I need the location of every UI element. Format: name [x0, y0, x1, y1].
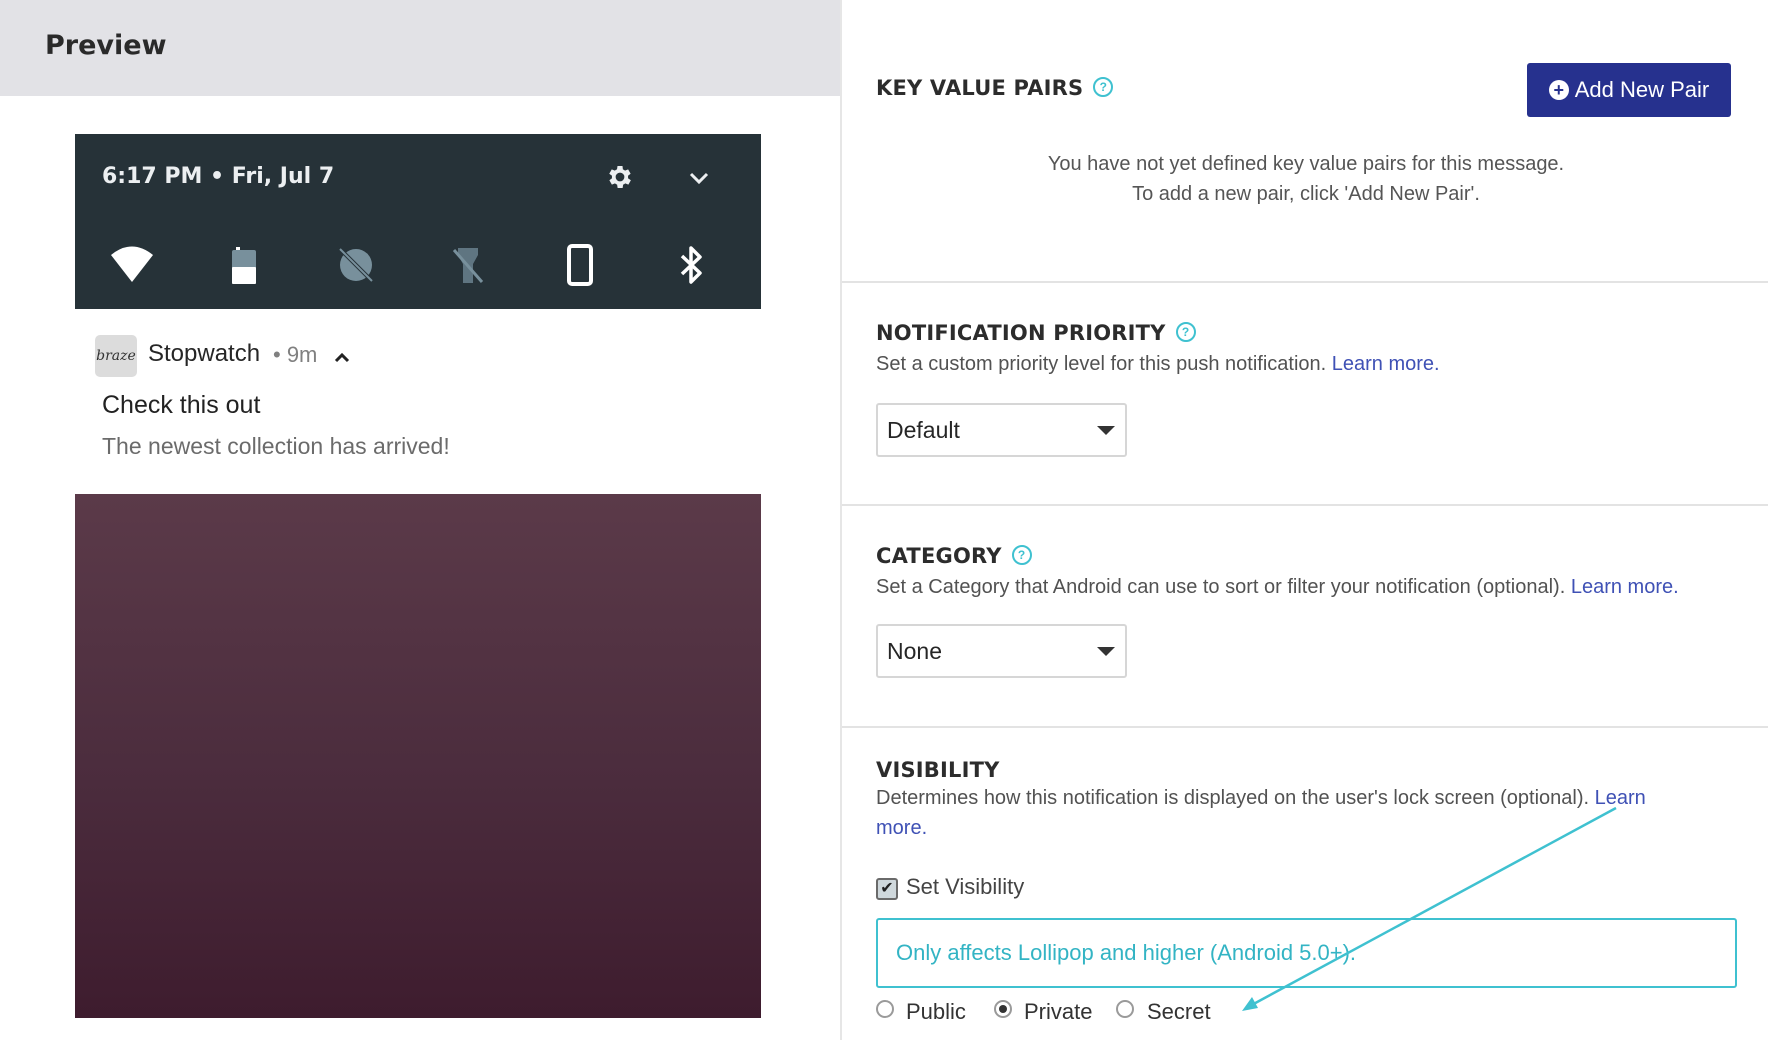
radio-public[interactable]	[876, 1000, 894, 1018]
category-select-value: None	[887, 637, 942, 664]
visibility-title: VISIBILITY	[876, 758, 1000, 782]
bluetooth-icon[interactable]	[669, 242, 715, 288]
radio-secret[interactable]	[1116, 1000, 1134, 1018]
lollipop-info-box: Only affects Lollipop and higher (Androi…	[876, 918, 1737, 988]
visibility-description: Determines how this notification is disp…	[876, 787, 1646, 839]
flashlight-off-icon[interactable]	[445, 242, 491, 288]
radio-public-label: Public	[906, 999, 966, 1024]
learn-more-link[interactable]: Learn	[1595, 787, 1646, 809]
learn-more-link[interactable]: Learn more.	[1571, 576, 1679, 598]
notification-shade: 6:17 PM • Fri, Jul 7	[75, 134, 761, 309]
notification-time: • 9m	[273, 342, 318, 367]
category-select[interactable]: None	[876, 624, 1127, 678]
priority-select[interactable]: Default	[876, 403, 1127, 457]
category-section: CATEGORY? Set a Category that Android ca…	[842, 506, 1768, 728]
shade-time: 6:17 PM • Fri, Jul 7	[102, 164, 335, 189]
radio-private-label: Private	[1024, 999, 1093, 1024]
add-new-pair-button[interactable]: + Add New Pair	[1527, 63, 1731, 117]
caret-down-icon	[1097, 647, 1115, 656]
priority-select-value: Default	[887, 416, 960, 443]
preview-title: Preview	[45, 30, 167, 61]
app-icon: braze	[95, 335, 137, 377]
category-description: Set a Category that Android can use to s…	[876, 576, 1679, 598]
set-visibility-label: Set Visibility	[906, 874, 1025, 899]
app-name: Stopwatch	[148, 340, 261, 367]
empty-state-line-2: To add a new pair, click 'Add New Pair'.	[1132, 183, 1480, 205]
set-visibility-checkbox[interactable]: ✔	[876, 878, 898, 900]
radio-private[interactable]	[994, 1000, 1012, 1018]
help-icon[interactable]: ?	[1093, 77, 1114, 97]
preview-header: Preview	[0, 0, 840, 96]
plus-circle-icon: +	[1548, 80, 1569, 100]
preview-pane: Preview 6:17 PM • Fri, Jul 7 braze Stopw…	[0, 0, 840, 1040]
radio-secret-label: Secret	[1147, 999, 1211, 1024]
battery-icon[interactable]	[221, 242, 267, 288]
gear-icon	[609, 166, 631, 188]
key-value-pairs-title: KEY VALUE PAIRS?	[876, 76, 1114, 100]
category-title: CATEGORY?	[876, 544, 1032, 568]
screen-rotation-icon[interactable]	[557, 242, 603, 288]
notification-priority-section: NOTIFICATION PRIORITY? Set a custom prio…	[842, 283, 1768, 506]
phone-preview: 6:17 PM • Fri, Jul 7 braze Stopwatch • 9…	[75, 134, 761, 1018]
notification-priority-description: Set a custom priority level for this pus…	[876, 353, 1440, 375]
key-value-pairs-section: KEY VALUE PAIRS? + Add New Pair You have…	[842, 0, 1768, 283]
help-icon[interactable]: ?	[1011, 545, 1032, 565]
notification-priority-title: NOTIFICATION PRIORITY?	[876, 321, 1196, 345]
lollipop-info-text: Only affects Lollipop and higher (Androi…	[896, 940, 1357, 965]
notification-title: Check this out	[102, 391, 261, 419]
help-icon[interactable]: ?	[1175, 322, 1196, 342]
notification-card[interactable]: braze Stopwatch • 9m Check this out The …	[75, 309, 761, 495]
add-new-pair-label: Add New Pair	[1574, 77, 1710, 102]
chevron-up-icon[interactable]	[334, 351, 350, 363]
empty-state-line-1: You have not yet defined key value pairs…	[1047, 153, 1565, 175]
learn-more-link-cont[interactable]: more.	[876, 817, 927, 839]
notification-body: The newest collection has arrived!	[102, 433, 450, 459]
learn-more-link[interactable]: Learn more.	[1332, 353, 1440, 375]
chevron-down-icon	[689, 172, 709, 185]
wifi-icon[interactable]	[109, 242, 155, 288]
caret-down-icon	[1097, 426, 1115, 435]
data-saver-off-icon[interactable]	[333, 242, 379, 288]
settings-pane: KEY VALUE PAIRS? + Add New Pair You have…	[840, 0, 1768, 1040]
lock-screen-wallpaper	[75, 494, 761, 1018]
quick-settings-row	[75, 242, 761, 288]
